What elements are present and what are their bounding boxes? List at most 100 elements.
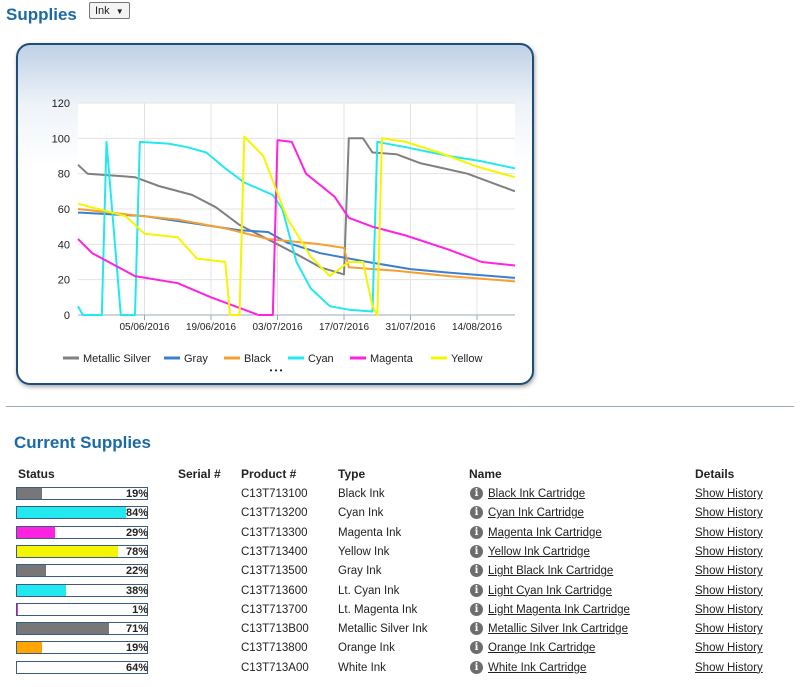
cartridge-name-link[interactable]: Black Ink Cartridge xyxy=(488,486,585,502)
table-row: 1% C13T713700 Lt. Magenta Ink i Light Magent… xyxy=(0,602,800,621)
show-history-link[interactable]: Show History xyxy=(695,563,763,579)
cartridge-name-link[interactable]: Magenta Ink Cartridge xyxy=(488,525,602,541)
level-bar-fill xyxy=(17,488,42,499)
cartridge-name-link[interactable]: Light Black Ink Cartridge xyxy=(488,563,613,579)
level-bar-fill xyxy=(17,603,19,615)
ink-type: Black Ink xyxy=(338,488,385,500)
info-icon[interactable]: i xyxy=(470,641,483,655)
page-title: Supplies xyxy=(6,5,77,24)
info-icon[interactable]: i xyxy=(470,564,483,578)
level-percent: 38% xyxy=(125,584,148,597)
level-percent: 64% xyxy=(125,661,148,674)
show-history-link[interactable]: Show History xyxy=(695,583,763,599)
show-history-link[interactable]: Show History xyxy=(695,640,763,656)
info-icon[interactable]: i xyxy=(470,487,483,500)
y-tick-label: 100 xyxy=(52,133,70,145)
product-number: C13T713A00 xyxy=(241,661,309,674)
product-number: C13T713700 xyxy=(241,603,308,616)
show-history-link[interactable]: Show History xyxy=(695,525,763,541)
x-tick-label: 17/07/2016 xyxy=(319,322,369,333)
legend-label: Cyan xyxy=(308,353,334,365)
product-number: C13T713200 xyxy=(241,507,308,520)
table-row: 19% C13T713800 Orange Ink i Orange Ink Cartr… xyxy=(0,640,800,659)
history-chart-panel: 0 20 40 60 80 100 120 05/06/2016 19/06/2016 03/07… xyxy=(16,43,534,385)
legend-label: Yellow xyxy=(451,353,482,365)
ink-type: Gray Ink xyxy=(338,565,382,578)
table-row: 38% C13T713600 Lt. Cyan Ink i Light Cyan Ink… xyxy=(0,583,800,602)
ink-type: Cyan Ink xyxy=(338,507,384,520)
info-icon[interactable]: i xyxy=(470,544,483,558)
table-row: 71% C13T713B00 Metallic Silver Ink i Metalli… xyxy=(0,621,800,640)
table-row: 64% C13T713A00 White Ink i White Ink Cartrid… xyxy=(0,660,800,679)
divider xyxy=(6,406,794,407)
ink-type: Lt. Cyan Ink xyxy=(338,584,400,597)
info-icon[interactable]: i xyxy=(470,660,483,674)
x-tick-label: 05/06/2016 xyxy=(119,322,169,333)
product-number: C13T713800 xyxy=(241,642,308,655)
column-header-type: Type xyxy=(338,467,366,481)
show-history-link[interactable]: Show History xyxy=(695,505,763,521)
level-bar-fill xyxy=(17,565,46,577)
show-history-link[interactable]: Show History xyxy=(695,602,763,618)
show-history-link[interactable]: Show History xyxy=(695,486,763,502)
supply-type-select[interactable]: Ink ▼ xyxy=(89,2,130,19)
show-history-link[interactable]: Show History xyxy=(695,660,763,676)
legend-label: Metallic Silver xyxy=(83,353,151,365)
info-icon[interactable]: i xyxy=(470,622,483,636)
level-bar-fill xyxy=(17,526,55,538)
level-percent: 71% xyxy=(125,623,148,636)
select-value: Ink xyxy=(95,5,110,17)
info-icon[interactable]: i xyxy=(470,506,483,520)
level-percent: 29% xyxy=(125,526,148,539)
y-tick-label: 60 xyxy=(58,204,70,216)
table-row: 19% C13T713100 Black Ink i Black Ink Cartrid… xyxy=(0,486,800,505)
legend-more-indicator[interactable]: • • • xyxy=(270,366,283,375)
y-tick-label: 120 xyxy=(52,98,70,110)
chevron-down-icon: ▼ xyxy=(115,7,124,16)
ink-type: Yellow Ink xyxy=(338,545,390,558)
ink-type: White Ink xyxy=(338,661,386,674)
cartridge-name-link[interactable]: Yellow Ink Cartridge xyxy=(488,544,590,560)
y-tick-label: 20 xyxy=(58,275,70,287)
table-row: 22% C13T713500 Gray Ink i Light Black Ink Ca… xyxy=(0,563,800,582)
legend-label: Black xyxy=(244,353,271,365)
column-header-product: Product # xyxy=(241,467,297,481)
cartridge-name-link[interactable]: Light Cyan Ink Cartridge xyxy=(488,583,612,599)
table-row: 29% C13T713300 Magenta Ink i Magenta Ink Car… xyxy=(0,525,800,544)
product-number: C13T713300 xyxy=(241,526,308,539)
info-icon[interactable]: i xyxy=(470,525,483,539)
level-bar-fill xyxy=(17,584,67,596)
ink-type: Metallic Silver Ink xyxy=(338,623,428,636)
info-icon[interactable]: i xyxy=(470,583,483,597)
level-bar-fill xyxy=(17,661,101,673)
y-tick-label: 0 xyxy=(64,310,70,322)
cartridge-name-link[interactable]: White Ink Cartridge xyxy=(488,660,586,676)
level-percent: 22% xyxy=(125,565,148,578)
supply-history-chart: 0 20 40 60 80 100 120 05/06/2016 19/06/2016 03/07… xyxy=(52,98,516,375)
cartridge-name-link[interactable]: Orange Ink Cartridge xyxy=(488,640,595,656)
info-icon[interactable]: i xyxy=(470,602,483,616)
product-number: C13T713600 xyxy=(241,584,308,597)
cartridge-name-link[interactable]: Light Magenta Ink Cartridge xyxy=(488,602,630,618)
product-number: C13T713B00 xyxy=(241,623,309,636)
show-history-link[interactable]: Show History xyxy=(695,621,763,637)
level-percent: 78% xyxy=(125,545,148,558)
table-row: 84% C13T713200 Cyan Ink i Cyan Ink Cartridge… xyxy=(0,505,800,524)
x-tick-label: 14/08/2016 xyxy=(452,322,502,333)
x-tick-label: 03/07/2016 xyxy=(252,322,302,333)
cartridge-name-link[interactable]: Metallic Silver Ink Cartridge xyxy=(488,621,628,637)
legend-label: Gray xyxy=(184,353,208,365)
y-tick-label: 80 xyxy=(58,169,70,181)
ink-type: Orange Ink xyxy=(338,642,395,655)
product-number: C13T713500 xyxy=(241,565,308,578)
level-bar-fill xyxy=(17,642,42,654)
level-percent: 19% xyxy=(125,488,148,500)
x-tick-label: 19/06/2016 xyxy=(186,322,236,333)
show-history-link[interactable]: Show History xyxy=(695,544,763,560)
level-percent: 19% xyxy=(125,642,148,655)
column-header-serial: Serial # xyxy=(178,467,221,481)
legend-label: Magenta xyxy=(370,353,414,365)
column-header-name: Name xyxy=(469,467,502,481)
product-number: C13T713100 xyxy=(241,488,308,500)
cartridge-name-link[interactable]: Cyan Ink Cartridge xyxy=(488,505,584,521)
